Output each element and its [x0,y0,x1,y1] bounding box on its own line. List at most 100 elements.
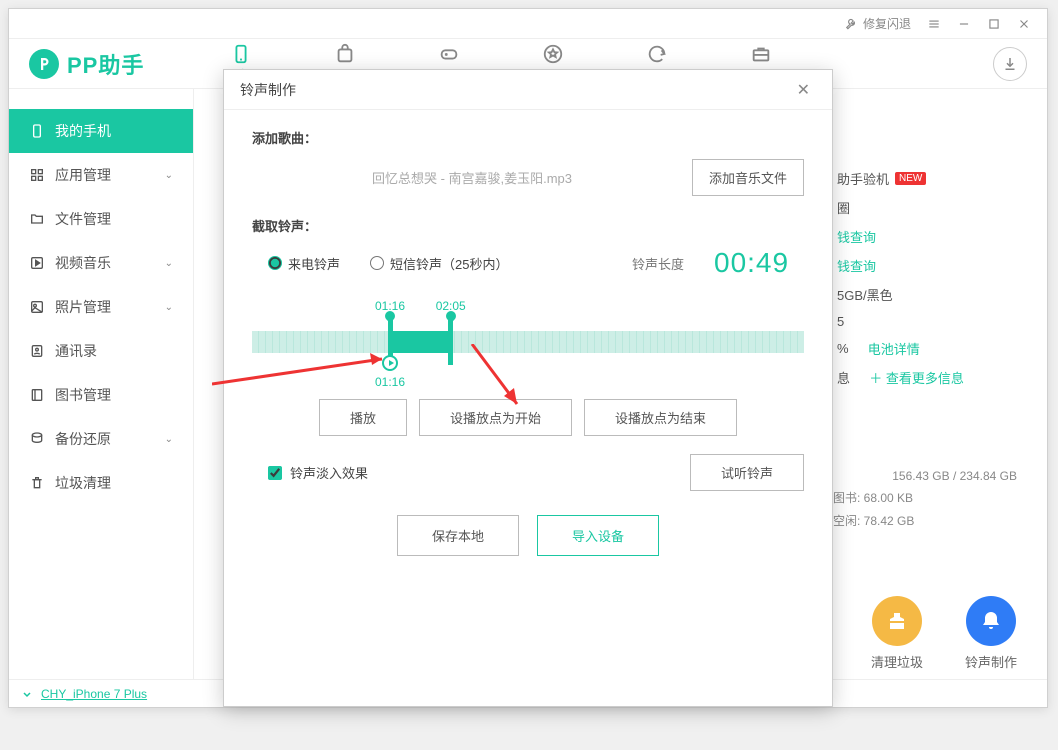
sidebar-item-media[interactable]: 视频音乐 ⌄ [9,241,193,285]
info-title: 助手验机 [837,169,889,188]
storage-total: 156.43 GB / 234.84 GB [817,469,1017,483]
star-icon [542,43,564,65]
sidebar-item-label: 照片管理 [55,297,111,317]
repair-crash-label: 修复闪退 [863,15,911,32]
sidebar-item-books[interactable]: 图书管理 [9,373,193,417]
sidebar-item-label: 我的手机 [55,121,111,141]
grid-icon [29,167,45,183]
sidebar-item-my-phone[interactable]: 我的手机 [9,109,193,153]
add-music-file-button[interactable]: 添加音乐文件 [692,159,804,196]
set-end-button[interactable]: 设播放点为结束 [584,399,737,436]
menu-button[interactable] [919,13,949,35]
info-text: 圈 [837,198,850,217]
radio-input[interactable] [268,256,282,270]
logo-icon [29,49,59,79]
dialog-close-button[interactable]: ✕ [791,78,816,102]
waveform-editor[interactable]: 01:16 02:05 01:16 [252,299,804,379]
downloads-button[interactable] [993,47,1027,81]
window-maximize-button[interactable] [979,13,1009,35]
window-minimize-button[interactable] [949,13,979,35]
add-song-label: 添加歌曲： [252,128,804,147]
sidebar-item-file-mgmt[interactable]: 文件管理 [9,197,193,241]
sidebar-item-photos[interactable]: 照片管理 ⌄ [9,285,193,329]
chevron-down-icon: ⌄ [165,170,173,181]
sync-icon [646,43,668,65]
import-device-button[interactable]: 导入设备 [537,515,659,556]
sidebar-item-label: 通讯录 [55,341,97,361]
app-window: 修复闪退 PP助手 我 [8,8,1048,708]
battery-detail-link[interactable]: 电池详情 [868,339,920,358]
chevron-down-icon: ⌄ [165,302,173,313]
repair-crash-button[interactable]: 修复闪退 [837,11,919,36]
play-icon [29,255,45,271]
contacts-icon [29,343,45,359]
playhead[interactable] [382,355,398,371]
bag-icon [334,43,356,65]
radio-sms-ringtone[interactable]: 短信铃声（25秒内） [370,254,508,273]
device-status-icon [21,688,33,700]
ringtone-length-label: 铃声长度 [632,254,684,273]
trash-icon [29,475,45,491]
folder-icon [29,211,45,227]
sidebar-item-contacts[interactable]: 通讯录 [9,329,193,373]
new-badge: NEW [895,172,926,185]
window-titlebar: 修复闪退 [9,9,1047,39]
sidebar: 我的手机 应用管理 ⌄ 文件管理 视频音乐 ⌄ 照片管理 ⌄ [9,89,194,679]
info-text: 息 [837,368,850,387]
save-local-button[interactable]: 保存本地 [397,515,519,556]
minimize-icon [957,17,971,31]
fade-in-checkbox-label[interactable]: 铃声淡入效果 [268,463,368,482]
maximize-icon [987,17,1001,31]
ringtone-length-value: 00:49 [714,247,804,279]
window-close-button[interactable] [1009,13,1039,35]
device-info-panel: 助手验机NEW 圈 钱查询 钱查询 5GB/黑色 5 % 电池详情 息 ＋ 查看… [837,159,1017,397]
more-info-link[interactable]: ＋ 查看更多信息 [869,368,964,387]
menu-icon [927,17,941,31]
waveform-track [252,331,804,353]
sidebar-item-label: 应用管理 [55,165,111,185]
phone-icon [230,43,252,65]
song-filename: 回忆总想哭 - 南宫嘉骏,姜玉阳.mp3 [252,168,692,187]
play-button[interactable]: 播放 [319,399,407,436]
download-icon [1001,55,1019,73]
ringtone-maker-button[interactable]: 铃声制作 [965,596,1017,671]
ringtone-dialog: 铃声制作 ✕ 添加歌曲： 回忆总想哭 - 南宫嘉骏,姜玉阳.mp3 添加音乐文件… [223,69,833,707]
dialog-title: 铃声制作 [240,80,296,100]
cleanup-button[interactable]: 清理垃圾 [871,596,923,671]
fade-in-checkbox[interactable] [268,466,282,480]
sidebar-item-label: 文件管理 [55,209,111,229]
playhead-time: 01:16 [375,375,405,389]
gamepad-icon [438,43,460,65]
sidebar-item-backup[interactable]: 备份还原 ⌄ [9,417,193,461]
phone-icon [29,123,45,139]
sidebar-item-label: 图书管理 [55,385,111,405]
image-icon [29,299,45,315]
radio-input[interactable] [370,256,384,270]
book-icon [29,387,45,403]
sidebar-item-label: 垃圾清理 [55,473,111,493]
sidebar-item-app-mgmt[interactable]: 应用管理 ⌄ [9,153,193,197]
cut-ringtone-label: 截取铃声： [252,216,804,235]
chevron-down-icon: ⌄ [165,258,173,269]
backup-icon [29,431,45,447]
toolbox-icon [750,43,772,65]
info-text: 5 [837,314,844,329]
info-text: 5GB/黑色 [837,285,893,304]
radio-call-ringtone[interactable]: 来电铃声 [268,254,340,273]
chevron-down-icon: ⌄ [165,434,173,445]
info-link[interactable]: 钱查询 [837,227,876,246]
close-icon [1017,17,1031,31]
sidebar-item-label: 备份还原 [55,429,111,449]
sidebar-item-cleanup[interactable]: 垃圾清理 [9,461,193,505]
storage-free: 空闲: 78.42 GB [833,512,914,529]
info-link[interactable]: 钱查询 [837,256,876,275]
app-logo: PP助手 [29,48,144,80]
set-start-button[interactable]: 设播放点为开始 [419,399,572,436]
device-name-link[interactable]: CHY_iPhone 7 Plus [41,687,147,701]
range-end-handle[interactable] [442,319,460,365]
wrench-icon [845,17,859,31]
storage-book: 图书: 68.00 KB [833,489,913,506]
preview-ringtone-button[interactable]: 试听铃声 [690,454,804,491]
storage-panel: 156.43 GB / 234.84 GB 图书: 68.00 KB 空闲: 7… [817,469,1017,535]
dialog-header: 铃声制作 ✕ [224,70,832,110]
